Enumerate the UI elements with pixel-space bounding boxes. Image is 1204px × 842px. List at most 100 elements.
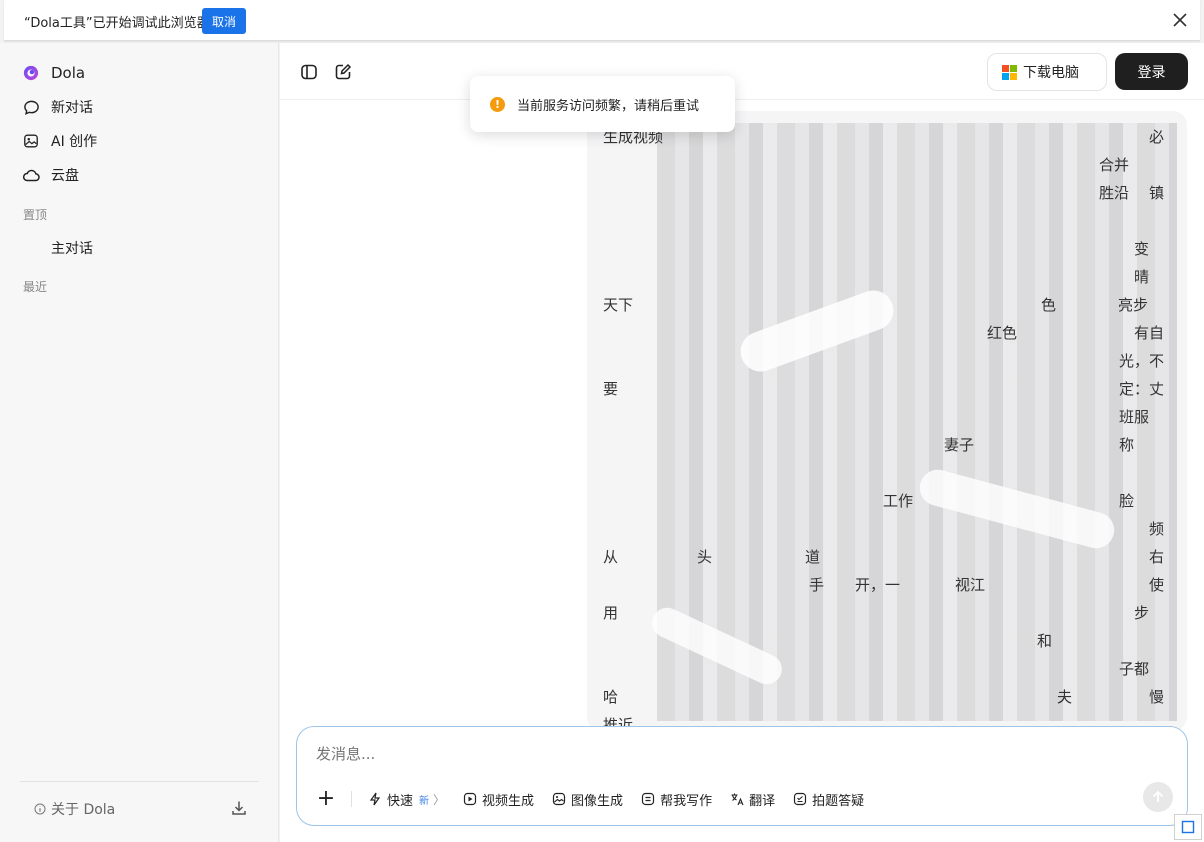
dola-logo-icon: [22, 64, 40, 82]
brand[interactable]: Dola: [22, 61, 85, 85]
message-fragment: 要: [603, 380, 619, 398]
square-icon: [1181, 820, 1195, 834]
tool-label: 视频生成: [482, 793, 535, 809]
message-fragment: 右: [1149, 548, 1165, 566]
cancel-debug-button[interactable]: 取消: [202, 8, 246, 34]
tool-photo-question[interactable]: 拍题答疑: [793, 790, 864, 809]
message-composer: + 快速 新 〉 视频生成 图像生成 帮我写作: [296, 726, 1188, 826]
brand-name: Dola: [51, 64, 86, 82]
debug-notification-bar: “Dola工具”已开始调试此浏览器 取消: [4, 0, 1200, 41]
message-fragment: 镇: [1149, 184, 1165, 202]
tool-video-generation[interactable]: 视频生成: [463, 790, 534, 809]
message-fragment: 视江: [955, 576, 986, 594]
top-bar: 下载电脑 登录: [280, 43, 1204, 100]
debug-message: “Dola工具”已开始调试此浏览器: [24, 16, 210, 31]
tool-label: 快速: [387, 793, 414, 809]
message-fragment: 开，一: [855, 576, 901, 594]
sidebar-item-label: 云盘: [51, 168, 79, 184]
tool-label: 翻译: [749, 793, 776, 809]
video-icon: [463, 792, 477, 806]
message-fragment: 定：丈: [1119, 380, 1165, 398]
message-fragment: 手: [809, 576, 825, 594]
new-badge: 新: [419, 795, 430, 807]
pinned-heading: 置顶: [23, 208, 48, 222]
message-fragment: 道: [805, 548, 821, 566]
message-fragment: 合并: [1099, 156, 1130, 174]
message-fragment: 变: [1134, 240, 1150, 258]
message-fragment: 和: [1037, 632, 1053, 650]
new-chat-edit-icon[interactable]: [333, 62, 353, 82]
tool-translate[interactable]: 翻译: [730, 790, 775, 809]
send-button[interactable]: [1143, 782, 1173, 812]
tool-label: 图像生成: [571, 793, 624, 809]
message-fragment: 天下: [603, 296, 634, 314]
message-fragment: 慢: [1149, 688, 1165, 706]
windows-logo-icon: [1002, 65, 1017, 80]
download-label: 下载电脑: [1023, 65, 1079, 81]
add-attachment-button[interactable]: +: [315, 788, 337, 810]
message-fragment: 从: [603, 548, 619, 566]
message-fragment: 用: [603, 604, 619, 622]
message-fragment: 有自: [1134, 324, 1165, 342]
message-fragment: 必: [1149, 128, 1165, 146]
arrow-up-icon: [1152, 790, 1164, 802]
redacted-content: [657, 123, 1177, 721]
sidebar-item-new-chat[interactable]: 新对话: [22, 95, 93, 119]
about-link[interactable]: 关于 Dola: [34, 799, 115, 819]
sidebar-item-cloud[interactable]: 云盘: [22, 163, 79, 187]
message-fragment: 亮步: [1118, 296, 1149, 314]
chevron-right-icon: 〉: [433, 792, 446, 807]
info-icon: [34, 803, 46, 815]
sidebar-item-ai-create[interactable]: AI 创作: [22, 129, 97, 153]
composer-toolbar: + 快速 新 〉 视频生成 图像生成 帮我写作 翻译 拍题答疑: [315, 787, 882, 811]
recent-heading: 最近: [23, 280, 48, 294]
lightning-icon: [369, 792, 381, 806]
message-fragment: 红色: [987, 324, 1018, 342]
download-desktop-button[interactable]: 下载电脑: [987, 53, 1107, 91]
warning-icon: !: [490, 96, 505, 112]
tool-fast-mode[interactable]: 快速 新 〉: [368, 790, 445, 809]
translate-icon: [731, 793, 744, 806]
about-label: 关于 Dola: [51, 802, 116, 818]
sidebar-toggle-icon[interactable]: [299, 62, 319, 82]
tool-label: 拍题答疑: [812, 793, 865, 809]
sidebar-item-label: AI 创作: [51, 134, 98, 150]
toast-message: 当前服务访问频繁，请稍后重试: [517, 98, 700, 114]
download-icon[interactable]: [230, 799, 248, 817]
message-input[interactable]: [316, 745, 1016, 763]
cloud-icon: [22, 166, 40, 184]
message-fragment: 步: [1134, 604, 1150, 622]
message-fragment: 子都: [1119, 660, 1150, 678]
tool-image-generation[interactable]: 图像生成: [552, 790, 623, 809]
close-icon[interactable]: [1170, 10, 1190, 30]
login-button[interactable]: 登录: [1115, 53, 1188, 90]
chat-bubble-icon: [22, 98, 40, 116]
feedback-corner-button[interactable]: [1174, 814, 1202, 840]
message-fragment: 频: [1149, 520, 1165, 538]
message-fragment: 使: [1149, 576, 1165, 594]
main-area: 下载电脑 登录 ! 当前服务访问频繁，请稍后重试 生成视频 必 合并 胜沿 镇 …: [280, 43, 1204, 842]
rate-limit-toast: ! 当前服务访问频繁，请稍后重试: [470, 76, 735, 132]
divider: [20, 781, 259, 782]
message-fragment: 胜沿: [1099, 184, 1130, 202]
write-icon: [641, 792, 655, 806]
tool-writing-assistant[interactable]: 帮我写作: [641, 790, 712, 809]
image-icon: [22, 132, 40, 150]
sidebar-item-label: 新对话: [51, 100, 93, 116]
message-fragment: 头: [697, 548, 713, 566]
message-fragment: 妻子: [944, 436, 975, 454]
image-icon: [552, 792, 566, 806]
message-fragment: 工作: [883, 492, 914, 510]
sidebar: Dola 新对话 AI 创作 云盘 置顶 主对话 最近 关于 Dola: [0, 43, 279, 842]
message-fragment: 光，不: [1119, 352, 1165, 370]
message-fragment: 脸: [1119, 492, 1135, 510]
user-message-bubble: 生成视频 必 合并 胜沿 镇 变 晴 天下 色 亮步 红色 有自 光，不 要 定…: [587, 111, 1187, 731]
tool-label: 帮我写作: [660, 793, 713, 809]
sidebar-item-main-chat[interactable]: 主对话: [51, 238, 93, 258]
divider: [351, 791, 352, 807]
message-fragment: 哈: [603, 688, 619, 706]
camera-question-icon: [793, 792, 807, 806]
message-fragment: 班服: [1119, 408, 1150, 426]
message-fragment: 色: [1041, 296, 1057, 314]
message-fragment: 晴: [1134, 268, 1150, 286]
